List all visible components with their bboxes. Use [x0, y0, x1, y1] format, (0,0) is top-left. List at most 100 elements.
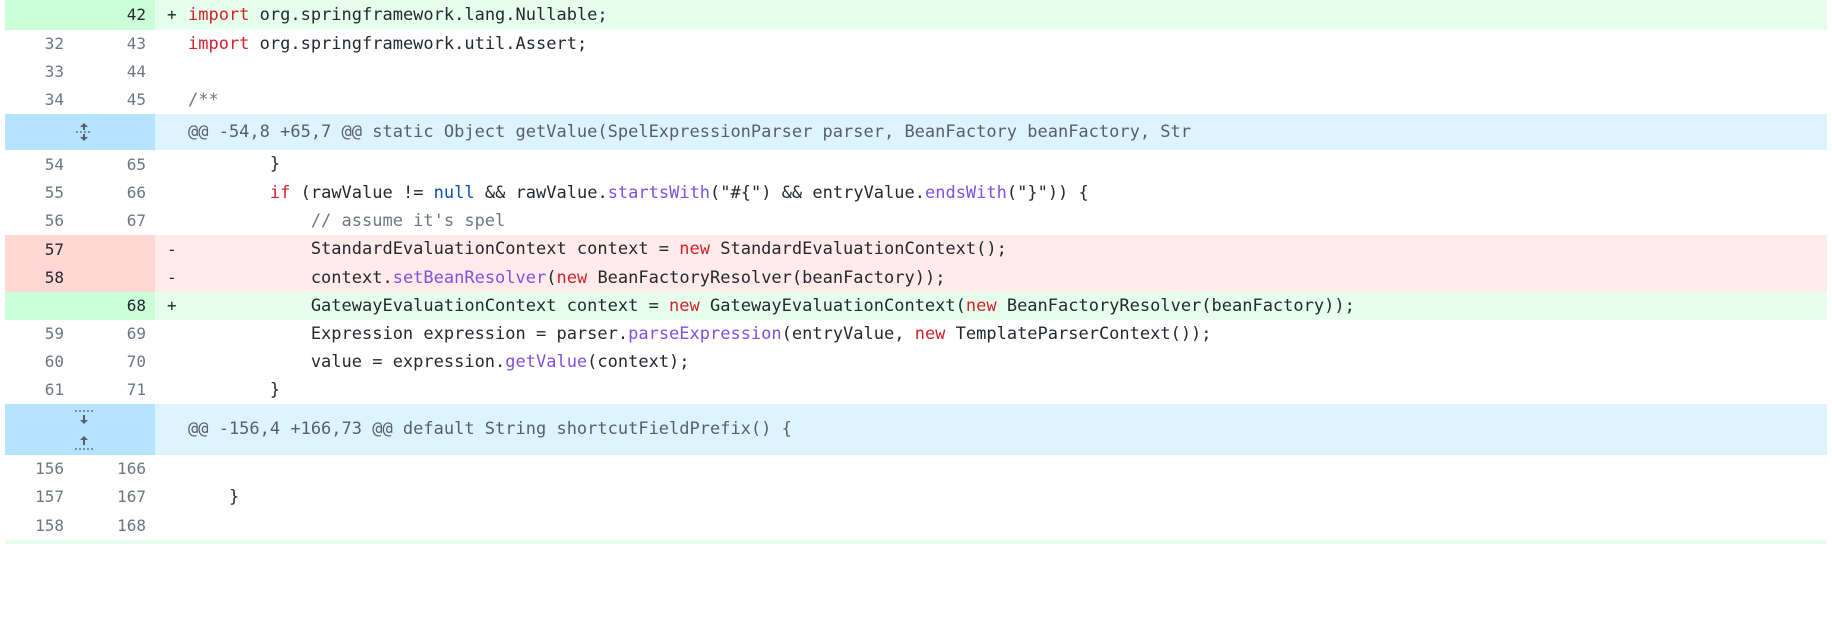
- old-line-number[interactable]: 59: [5, 320, 74, 348]
- code-token: (: [546, 268, 557, 288]
- hunk-header-text: @@ -54,8 +65,7 @@ static Object getValue…: [188, 122, 1192, 142]
- new-line-number[interactable]: 167: [85, 483, 160, 511]
- old-line-number[interactable]: 33: [5, 58, 74, 86]
- old-line-number[interactable]: 61: [5, 376, 74, 404]
- code-token: null: [433, 183, 475, 203]
- old-line-number[interactable]: 34: [5, 86, 74, 114]
- diff-line: 61 71 }: [5, 376, 1827, 404]
- diff-line: 157 167 }: [5, 483, 1827, 511]
- new-line-number[interactable]: 68: [85, 292, 160, 320]
- code-token: // assume it's spel: [188, 211, 506, 231]
- diff-line: 57 - StandardEvaluationContext context = …: [5, 235, 1827, 264]
- code-token: (context);: [587, 352, 690, 372]
- new-line-number[interactable]: 166: [85, 455, 160, 483]
- old-line-number[interactable]: 156: [5, 455, 74, 483]
- new-line-number[interactable]: 67: [85, 207, 160, 235]
- code-line: }: [188, 483, 239, 511]
- code-token: parseExpression: [628, 324, 782, 344]
- code-token: new: [556, 268, 588, 288]
- code-line: value = expression.getValue(context);: [188, 348, 690, 376]
- hunk-header: @@ -156,4 +166,73 @@ default String shor…: [5, 404, 1827, 455]
- hunk-header-text: @@ -156,4 +166,73 @@ default String shor…: [188, 419, 792, 439]
- code-token: ("}")) {: [1006, 183, 1089, 203]
- new-line-number[interactable]: 71: [85, 376, 160, 404]
- diff-line: 156 166: [5, 455, 1827, 483]
- code-token: GatewayEvaluationContext(: [699, 296, 966, 316]
- diff-line: 56 67 // assume it's spel: [5, 207, 1827, 235]
- new-line-number[interactable]: 42: [85, 0, 160, 30]
- new-line-number[interactable]: [85, 235, 160, 264]
- code-token: new: [669, 296, 700, 316]
- code-line: /**: [188, 86, 219, 114]
- diff-marker: -: [167, 268, 177, 287]
- code-token: ("#{") && entryValue.: [710, 183, 925, 203]
- new-line-number[interactable]: 69: [85, 320, 160, 348]
- old-line-number[interactable]: [5, 0, 74, 30]
- diff-line: 68 + GatewayEvaluationContext context = n…: [5, 292, 1827, 320]
- code-token: org.springframework.lang.Nullable;: [249, 5, 608, 25]
- diff-line: 158 168: [5, 511, 1827, 540]
- code-line: context.setBeanResolver(new BeanFactoryR…: [188, 264, 946, 292]
- new-line-number[interactable]: 43: [85, 30, 160, 58]
- old-line-number[interactable]: 57: [5, 235, 74, 264]
- code-token: if: [269, 183, 291, 203]
- new-line-number[interactable]: 66: [85, 179, 160, 207]
- old-line-number[interactable]: 56: [5, 207, 74, 235]
- hunk-header: @@ -54,8 +65,7 @@ static Object getValue…: [5, 114, 1827, 150]
- diff-line: 60 70 value = expression.getValue(context…: [5, 348, 1827, 376]
- code-line: }: [188, 150, 280, 179]
- new-line-number[interactable]: 65: [85, 150, 160, 179]
- new-line-number[interactable]: 70: [85, 348, 160, 376]
- old-line-number[interactable]: 158: [5, 511, 74, 540]
- code-token: new: [965, 296, 997, 316]
- diff-marker: +: [167, 296, 177, 315]
- code-token: setBeanResolver: [392, 268, 547, 288]
- expand-up-down-icon[interactable]: [73, 404, 95, 455]
- code-token: import: [188, 34, 250, 54]
- expand-all-icon[interactable]: [73, 114, 95, 150]
- code-token: (rawValue !=: [290, 183, 434, 203]
- code-token: StandardEvaluationContext context =: [188, 239, 680, 259]
- diff-line: 58 - context.setBeanResolver(new BeanFact…: [5, 264, 1827, 292]
- code-token: }: [188, 380, 281, 400]
- code-line: if (rawValue != null && rawValue.startsW…: [188, 179, 1089, 207]
- old-line-number[interactable]: 54: [5, 150, 74, 179]
- code-token: /**: [188, 90, 219, 110]
- code-token: org.springframework.util.Assert;: [249, 34, 588, 54]
- old-line-number[interactable]: 60: [5, 348, 74, 376]
- code-token: Expression expression = parser.: [188, 324, 629, 344]
- old-line-number[interactable]: 58: [5, 264, 74, 292]
- old-line-number[interactable]: [5, 292, 74, 320]
- new-line-number[interactable]: [85, 264, 160, 292]
- code-token: startsWith: [607, 183, 711, 203]
- code-token: TemplateParserContext());: [945, 324, 1212, 344]
- diff-line: 54 65 }: [5, 150, 1827, 179]
- diff-marker: +: [167, 5, 177, 24]
- code-token: }: [188, 154, 281, 174]
- old-line-number[interactable]: 55: [5, 179, 74, 207]
- diff-line: 42 + import org.springframework.lang.Nulla…: [5, 0, 1827, 30]
- code-token: endsWith: [924, 183, 1007, 203]
- code-token: new: [679, 239, 710, 259]
- code-token: getValue: [505, 352, 588, 372]
- new-line-number[interactable]: 45: [85, 86, 160, 114]
- code-token: BeanFactoryResolver(beanFactory));: [587, 268, 946, 288]
- diff-line: 32 43 import org.springframework.util.Asse…: [5, 30, 1827, 58]
- code-token: BeanFactoryResolver(beanFactory));: [996, 296, 1355, 316]
- diff-line: 33 44: [5, 58, 1827, 86]
- code-token: && rawValue.: [474, 183, 608, 203]
- code-line: Expression expression = parser.parseExpr…: [188, 320, 1212, 348]
- code-token: StandardEvaluationContext();: [710, 239, 1007, 259]
- code-token: GatewayEvaluationContext context =: [188, 296, 670, 316]
- diff-line: 59 69 Expression expression = parser.pars…: [5, 320, 1827, 348]
- code-line: GatewayEvaluationContext context = new G…: [188, 292, 1355, 320]
- code-line: // assume it's spel: [188, 207, 505, 235]
- old-line-number[interactable]: 32: [5, 30, 74, 58]
- diff-continuation: [5, 540, 1827, 544]
- new-line-number[interactable]: 168: [85, 511, 160, 540]
- new-line-number[interactable]: 44: [85, 58, 160, 86]
- old-line-number[interactable]: 157: [5, 483, 74, 511]
- code-line: import org.springframework.lang.Nullable…: [188, 0, 608, 30]
- code-token: context.: [188, 268, 393, 288]
